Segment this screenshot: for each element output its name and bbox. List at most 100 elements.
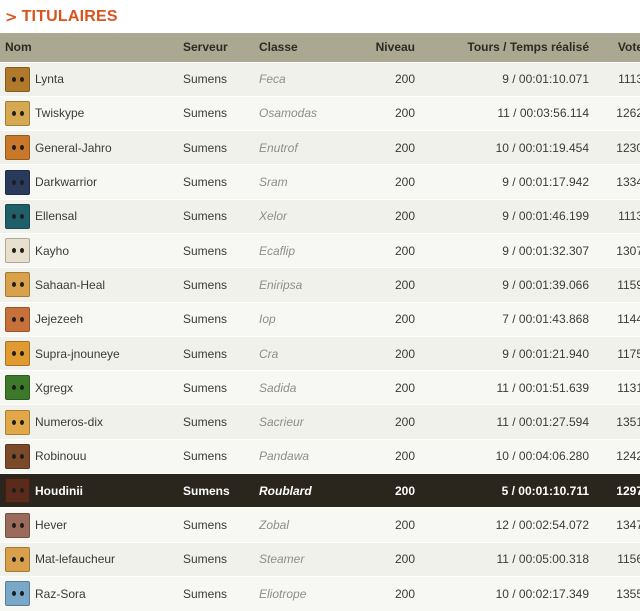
avatar-icon[interactable] [5,272,30,298]
column-header-niveau[interactable]: Niveau [359,33,415,62]
cell-tours-temps: 11 / 00:03:56.114 [497,106,589,121]
avatar-icon[interactable] [5,135,30,161]
cell-serveur: Sumens [183,72,228,87]
player-name[interactable]: Supra-jnouneye [35,347,120,361]
table-row[interactable]: Mat-lefaucheur Sumens Steamer 200 11 / 00:05… [0,542,640,577]
table-row[interactable]: Darkwarrior Sumens Sram 200 9 / 00:01:17.942… [0,164,640,200]
column-header-serveur[interactable]: Serveur [177,33,259,62]
cell-tours-temps: 11 / 00:01:27.594 [496,415,589,430]
avatar-icon[interactable] [5,512,30,538]
table-row[interactable]: Houdinii Sumens Roublard 200 5 / 00:01:10.71… [0,473,640,508]
avatar-icon[interactable] [5,169,30,195]
table-row[interactable]: Raz-Sora Sumens Eliotrope 200 10 / 00:02:17.… [0,576,640,611]
cell-nom: Kayho [0,233,177,267]
cell-tours-temps: 5 / 00:01:10.711 [501,483,589,498]
player-cell: Xgregx [0,375,177,401]
table-row[interactable]: Sahaan-Heal Sumens Eniripsa 200 9 / 00:01:39… [0,267,640,303]
avatar-icon[interactable] [5,66,30,92]
player-name[interactable]: Kayho [35,244,69,258]
avatar-icon[interactable] [5,478,30,504]
titulaires-table: Nom Serveur Classe Niveau Tours / Temps … [0,33,640,611]
avatar-icon[interactable] [5,375,30,401]
cell-niveau: 200 [394,277,415,292]
player-name[interactable]: Robinouu [35,449,86,463]
cell-nom: Xgregx [0,371,177,405]
player-name[interactable]: Lynta [35,72,64,86]
player-name[interactable]: Ellensal [35,209,77,223]
player-cell: Robinouu [0,443,177,469]
cell-niveau: 200 [394,483,415,498]
player-name[interactable]: Raz-Sora [35,587,86,601]
cell-classe: Sadida [259,380,297,395]
avatar-icon[interactable] [5,443,30,469]
cell-niveau: 200 [394,586,415,601]
cell-nom: General-Jahro [0,131,177,165]
avatar-icon[interactable] [5,100,30,126]
player-name[interactable]: Twiskype [35,106,84,120]
player-cell: Jejezeeh [0,306,177,332]
cell-classe: Ecaflip [259,243,296,258]
table-row[interactable]: Numeros-dix Sumens Sacrieur 200 11 / 00:01:2… [0,404,640,440]
player-name[interactable]: Darkwarrior [35,175,97,189]
table-header: Nom Serveur Classe Niveau Tours / Temps … [0,33,640,62]
avatar-icon[interactable] [5,238,30,264]
player-name[interactable]: Numeros-dix [35,415,103,429]
player-name[interactable]: General-Jahro [35,141,112,155]
column-header-classe[interactable]: Classe [259,33,359,62]
cell-nom: Robinouu [0,439,177,473]
column-header-tours[interactable]: Tours / Temps réalisé [415,33,589,62]
avatar-icon[interactable] [5,306,30,332]
player-name[interactable]: Hever [35,518,67,532]
cell-tours-temps: 10 / 00:04:06.280 [495,449,589,464]
table-row[interactable]: Twiskype Sumens Osamodas 200 11 / 00:03:56.1… [0,96,640,131]
cell-vote: 1355 [616,586,640,601]
cell-classe: Steamer [259,552,305,567]
player-name[interactable]: Xgregx [35,381,73,395]
avatar-icon[interactable] [5,581,30,607]
player-name[interactable]: Mat-lefaucheur [35,552,115,566]
player-cell: Darkwarrior [0,169,177,195]
player-cell: Numeros-dix [0,409,177,435]
table-row[interactable]: Kayho Sumens Ecaflip 200 9 / 00:01:32.307 130… [0,233,640,268]
cell-vote: 1262 [616,106,640,121]
cell-nom: Houdinii [0,474,177,508]
table-row[interactable]: Xgregx Sumens Sadida 200 11 / 00:01:51.639 11… [0,370,640,405]
avatar-icon[interactable] [5,546,30,572]
table-row[interactable]: Jejezeeh Sumens Iop 200 7 / 00:01:43.868 1144 [0,302,640,337]
table-row[interactable]: Ellensal Sumens Xelor 200 9 / 00:01:46.199 11… [0,199,640,234]
cell-nom: Sahaan-Heal [0,268,177,302]
cell-classe: Eniripsa [259,277,303,292]
cell-niveau: 200 [394,72,415,87]
cell-vote: 1131 [617,380,640,395]
cell-nom: Raz-Sora [0,576,177,610]
avatar-icon[interactable] [5,341,30,367]
player-name[interactable]: Houdinii [35,484,83,498]
player-name[interactable]: Sahaan-Heal [35,278,105,292]
cell-tours-temps: 11 / 00:01:51.639 [496,380,589,395]
cell-classe: Osamodas [259,106,318,121]
cell-serveur: Sumens [183,415,228,430]
table-row[interactable]: Robinouu Sumens Pandawa 200 10 / 00:04:06.28… [0,439,640,474]
cell-vote: 1334 [616,175,640,190]
cell-nom: Darkwarrior [0,165,177,199]
cell-niveau: 200 [394,140,415,155]
cell-serveur: Sumens [183,552,228,567]
cell-serveur: Sumens [183,483,230,498]
table-row[interactable]: General-Jahro Sumens Enutrof 200 10 / 00:01:… [0,130,640,165]
cell-nom: Jejezeeh [0,302,177,336]
column-header-nom[interactable]: Nom [0,33,177,62]
cell-vote: 1156 [617,552,640,567]
table-row[interactable]: Supra-jnouneye Sumens Cra 200 9 / 00:01:21.9… [0,336,640,371]
table-row[interactable]: Hever Sumens Zobal 200 12 / 00:02:54.072 1347 [0,507,640,543]
avatar-icon[interactable] [5,203,30,229]
cell-niveau: 200 [394,209,415,224]
player-name[interactable]: Jejezeeh [35,312,83,326]
cell-vote: 1242 [616,449,640,464]
column-header-vote[interactable]: Vote [589,33,640,62]
section-title: TITULAIRES [21,7,118,25]
cell-tours-temps: 9 / 00:01:21.940 [502,346,589,361]
table-row[interactable]: Lynta Sumens Feca 200 9 / 00:01:10.071 1113 [0,62,640,97]
cell-vote: 1347 [616,518,640,532]
avatar-icon[interactable] [5,409,30,435]
cell-vote: 1351 [616,415,640,430]
